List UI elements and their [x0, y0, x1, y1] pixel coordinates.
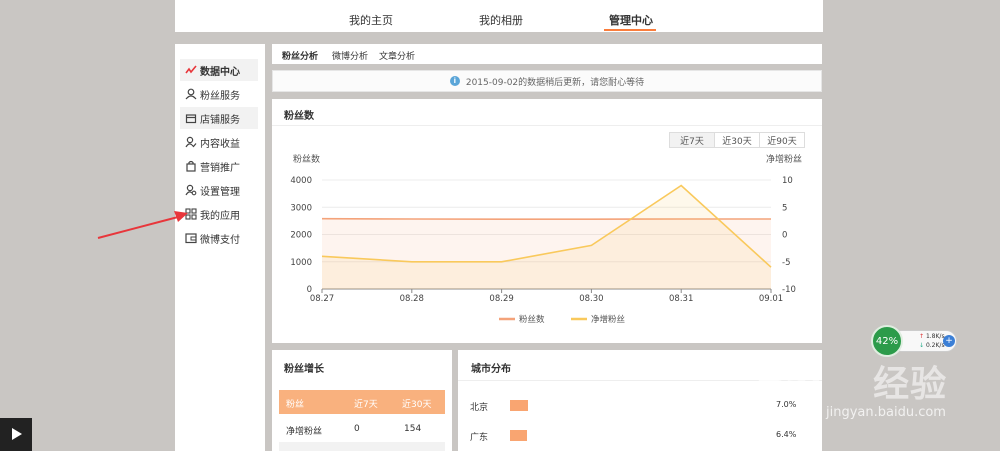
active-nav-indicator: [604, 29, 656, 31]
nav-admin-center[interactable]: 管理中心: [609, 12, 653, 28]
tab-weibo-analysis[interactable]: 微博分析: [332, 49, 368, 62]
y-tick-right: 0: [782, 231, 787, 241]
x-tick-label: 08.28: [400, 294, 424, 304]
city-bar: [510, 430, 527, 441]
x-tick-label: 08.30: [579, 294, 603, 304]
y-tick-left: 4000: [290, 176, 312, 186]
y-tick-right: 5: [782, 203, 787, 213]
update-notice: i 2015-09-02的数据稍后更新，请您耐心等待: [272, 70, 822, 92]
sidebar-item-content-revenue[interactable]: 内容收益: [180, 131, 258, 153]
city-name: 广东: [470, 433, 489, 443]
tab-fans-analysis[interactable]: 粉丝分析: [282, 49, 318, 62]
fans-chart-card: 粉丝数 近7天 近30天 近90天 粉丝数 净增粉丝 4000 3000 2000 100…: [272, 99, 822, 343]
y-tick-right: 10: [782, 176, 793, 186]
city-name: 北京: [470, 403, 489, 413]
table-cell: 0: [354, 424, 360, 434]
sidebar-item-label: 数据中心: [200, 66, 240, 78]
baidu-jingyan-watermark: Bai 经验 jingyan.baidu.com: [740, 354, 1000, 425]
x-tick-label: 08.31: [669, 294, 693, 304]
y-tick-right: -10: [782, 285, 796, 295]
plus-icon[interactable]: +: [943, 335, 955, 347]
notice-text: 2015-09-02的数据稍后更新，请您耐心等待: [465, 77, 645, 88]
city-bar: [510, 400, 529, 411]
sidebar-item-marketing[interactable]: 营销推广: [180, 155, 258, 177]
fans-line-chart: 粉丝数 净增粉丝400030002000100001050-5-1008.27 08…: [290, 153, 802, 325]
growth-table-header: 粉丝 近7天 近30天: [279, 390, 445, 414]
legend-label: 净增粉丝: [591, 314, 626, 325]
watermark-brand-latin: Bai: [756, 364, 824, 405]
sidebar-item-label: 营销推广: [200, 162, 240, 174]
column-header: 粉丝: [286, 400, 305, 410]
sidebar-item-fans-service[interactable]: 粉丝服务: [180, 83, 258, 105]
city-percent: 6.4%: [776, 430, 797, 439]
sidebar-item-settings[interactable]: 设置管理: [180, 179, 258, 201]
store-icon: [185, 114, 197, 124]
download-speed: ↓ 0.2K/s: [919, 342, 945, 349]
sidebar-item-label: 微博支付: [200, 234, 240, 246]
upload-speed: ↑ 1.8K/s: [919, 333, 945, 340]
sidebar-item-label: 粉丝服务: [200, 90, 240, 102]
card-title: 粉丝增长: [284, 364, 324, 375]
sidebar-item-data-center[interactable]: 数据中心: [180, 59, 258, 81]
user-icon: [185, 88, 197, 100]
x-tick-label: 08.29: [489, 294, 513, 304]
watermark-brand: Bai 经验: [756, 355, 947, 407]
sidebar-item-store-service[interactable]: 店铺服务: [180, 107, 258, 129]
analysis-tabs: 粉丝分析 微博分析 文章分析: [272, 44, 822, 64]
x-tick-label: 08.27: [310, 294, 334, 304]
watermark-url: jingyan.baidu.com: [826, 405, 946, 420]
annotation-arrow: [97, 211, 188, 239]
fans-growth-card: 粉丝增长 粉丝 近7天 近30天 净增粉丝 0 154: [272, 350, 452, 451]
y-tick-left: 2000: [290, 231, 312, 241]
legend-label: 粉丝数: [519, 314, 545, 325]
table-cell: 净增粉丝: [286, 427, 323, 437]
y-axis-left-label: 粉丝数: [293, 153, 320, 165]
info-icon: i: [449, 76, 460, 86]
table-row: [279, 442, 445, 451]
y-tick-left: 3000: [290, 203, 312, 213]
y-tick-right: -5: [782, 258, 790, 268]
memory-usage-gauge: 42%: [871, 325, 903, 357]
tab-article-analysis[interactable]: 文章分析: [379, 49, 415, 62]
y-axis-right-label: 净增粉丝: [766, 153, 802, 165]
y-tick-left: 1000: [290, 258, 312, 268]
sidebar: 数据中心 粉丝服务 店铺服务 内容收益 营销推广 设置管理 我的应用 微博支付: [175, 44, 265, 451]
trend-icon: [185, 65, 197, 74]
sidebar-item-label: 设置管理: [200, 186, 240, 198]
sidebar-item-label: 店铺服务: [200, 114, 240, 126]
card-title: 城市分布: [471, 364, 511, 375]
top-nav: 我的主页 我的相册 管理中心: [175, 0, 823, 32]
memory-percent: 42%: [875, 335, 899, 347]
nav-my-album[interactable]: 我的相册: [479, 12, 523, 28]
table-row: 净增粉丝 0 154: [279, 416, 445, 440]
network-speed-widget[interactable]: 42% ↑ 1.8K/s ↓ 0.2K/s +: [871, 325, 959, 357]
bag-icon: [186, 160, 196, 172]
nav-my-home[interactable]: 我的主页: [349, 12, 393, 28]
sidebar-item-label: 内容收益: [200, 138, 240, 150]
column-header: 近7天: [354, 400, 378, 410]
play-icon: [12, 428, 22, 440]
sidebar-item-label: 我的应用: [200, 210, 240, 222]
video-thumbnail[interactable]: [0, 418, 32, 451]
x-tick-label: 09.01: [759, 294, 783, 304]
column-header: 近30天: [402, 400, 432, 410]
watermark-brand-cn: 经验: [873, 364, 948, 405]
table-cell: 154: [404, 424, 422, 434]
user-gear-icon: [185, 184, 197, 196]
upload-speed-value: 1.8K/s: [925, 333, 945, 340]
download-speed-value: 0.2K/s: [925, 342, 945, 349]
user-check-icon: [185, 136, 197, 148]
